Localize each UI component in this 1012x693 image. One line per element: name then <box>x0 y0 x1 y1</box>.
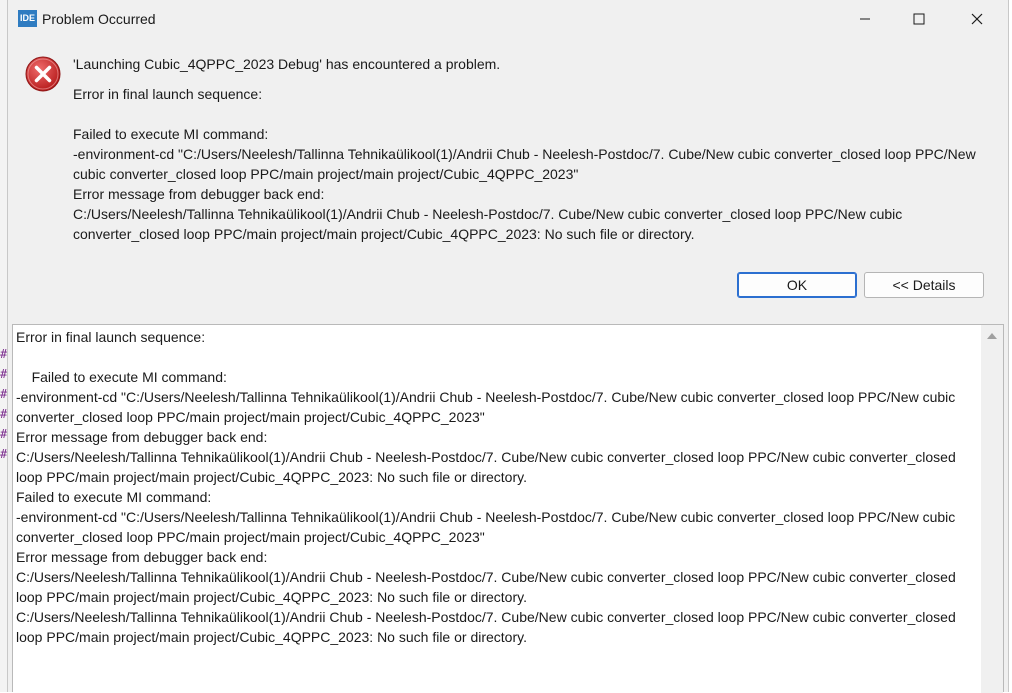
details-button[interactable]: << Details <box>864 272 984 298</box>
error-subline: Error in final launch sequence: <box>73 84 262 104</box>
error-message-body: Failed to execute MI command: -environme… <box>73 124 983 244</box>
background-marker: # <box>0 428 6 440</box>
details-text: Error in final launch sequence: Failed t… <box>16 327 980 647</box>
maximize-button[interactable] <box>897 0 943 38</box>
details-line: C:/Users/Neelesh/Tallinna Tehnikaülikool… <box>16 447 980 487</box>
details-line: Failed to execute MI command: <box>16 367 980 387</box>
details-line: Failed to execute MI command: <box>16 487 980 507</box>
scroll-up-icon[interactable] <box>987 333 997 339</box>
close-icon <box>971 13 983 25</box>
ok-button[interactable]: OK <box>737 272 857 298</box>
details-line: Error in final launch sequence: <box>16 327 980 347</box>
details-line: Error message from debugger back end: <box>16 547 980 567</box>
background-marker: # <box>0 348 6 360</box>
maximize-icon <box>913 13 925 25</box>
details-line: Error message from debugger back end: <box>16 427 980 447</box>
message-line: Failed to execute MI command: <box>73 124 983 144</box>
app-icon: IDE <box>18 10 37 27</box>
details-line: C:/Users/Neelesh/Tallinna Tehnikaülikool… <box>16 567 980 607</box>
background-marker: # <box>0 388 6 400</box>
background-marker: # <box>0 408 6 420</box>
details-line: C:/Users/Neelesh/Tallinna Tehnikaülikool… <box>16 607 980 647</box>
details-line: -environment-cd "C:/Users/Neelesh/Tallin… <box>16 507 980 547</box>
background-marker: # <box>0 368 6 380</box>
close-button[interactable] <box>955 0 1001 38</box>
details-line: -environment-cd "C:/Users/Neelesh/Tallin… <box>16 387 980 427</box>
minimize-icon <box>859 13 871 25</box>
minimize-button[interactable] <box>843 0 889 38</box>
window-title: Problem Occurred <box>42 11 156 27</box>
message-line: Error message from debugger back end: <box>73 184 983 204</box>
error-headline: 'Launching Cubic_4QPPC_2023 Debug' has e… <box>73 54 500 74</box>
details-line <box>16 347 980 367</box>
background-marker: # <box>0 448 6 460</box>
message-line: -environment-cd "C:/Users/Neelesh/Tallin… <box>73 144 983 184</box>
details-text-area[interactable]: Error in final launch sequence: Failed t… <box>12 324 1004 692</box>
error-icon <box>24 55 62 93</box>
title-bar[interactable]: IDE Problem Occurred <box>8 0 1008 38</box>
message-line: C:/Users/Neelesh/Tallinna Tehnikaülikool… <box>73 204 983 244</box>
vertical-scrollbar[interactable] <box>981 325 1003 693</box>
problem-dialog: IDE Problem Occurred <box>7 0 1009 692</box>
